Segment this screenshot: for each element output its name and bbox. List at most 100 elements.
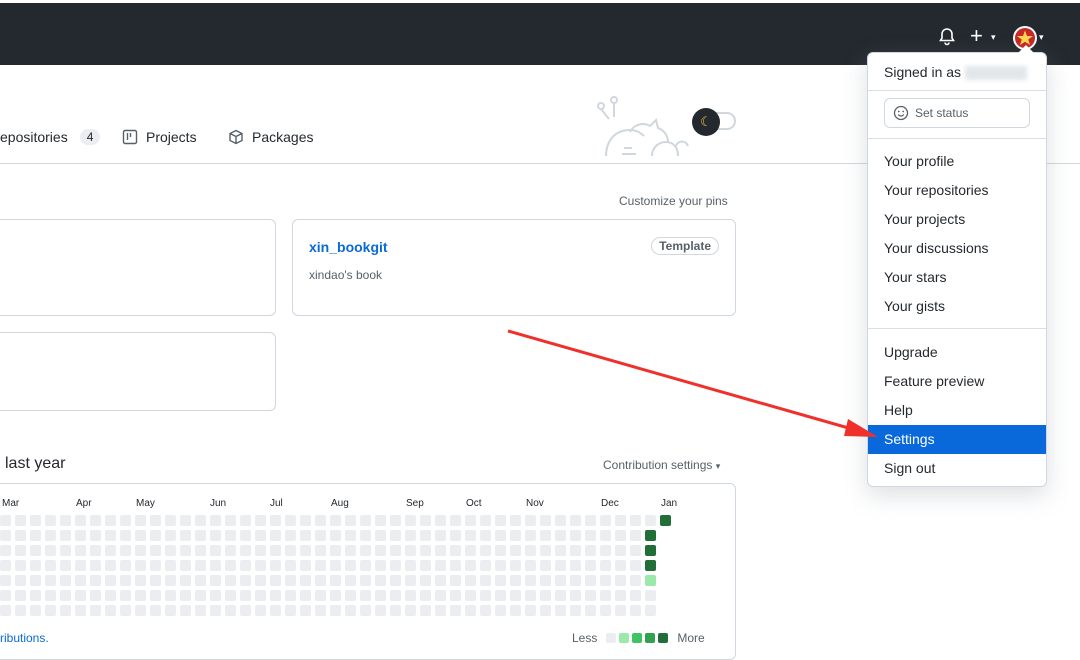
contribution-day[interactable]: [285, 530, 296, 541]
contribution-day[interactable]: [540, 530, 551, 541]
contribution-day[interactable]: [435, 545, 446, 556]
contribution-day[interactable]: [285, 575, 296, 586]
contribution-day[interactable]: [495, 530, 506, 541]
contribution-day[interactable]: [75, 605, 86, 616]
contribution-day[interactable]: [510, 530, 521, 541]
contribution-day[interactable]: [495, 605, 506, 616]
theme-toggle[interactable]: ☾: [692, 108, 736, 136]
contribution-day[interactable]: [300, 605, 311, 616]
contribution-day[interactable]: [135, 590, 146, 601]
contribution-settings-button[interactable]: Contribution settings ▾: [603, 458, 720, 472]
contribution-day[interactable]: [150, 560, 161, 571]
contribution-day[interactable]: [315, 605, 326, 616]
contribution-day[interactable]: [330, 605, 341, 616]
contribution-day[interactable]: [255, 560, 266, 571]
contribution-day[interactable]: [315, 575, 326, 586]
contribution-day[interactable]: [150, 515, 161, 526]
menu-your-gists[interactable]: Your gists: [868, 292, 1046, 321]
contribution-day[interactable]: [525, 545, 536, 556]
contribution-day[interactable]: [360, 515, 371, 526]
repo-name-link[interactable]: xin_bookgit: [309, 239, 388, 255]
contribution-day[interactable]: [420, 560, 431, 571]
contribution-day[interactable]: [270, 575, 281, 586]
contribution-day[interactable]: [15, 560, 26, 571]
contribution-day[interactable]: [615, 530, 626, 541]
contribution-day[interactable]: [0, 545, 11, 556]
contribution-day[interactable]: [390, 575, 401, 586]
contribution-day[interactable]: [195, 545, 206, 556]
contribution-day[interactable]: [450, 515, 461, 526]
contribution-day[interactable]: [615, 515, 626, 526]
contribution-day[interactable]: [555, 545, 566, 556]
contribution-day[interactable]: [30, 515, 41, 526]
contribution-day[interactable]: [240, 560, 251, 571]
contribution-day[interactable]: [120, 530, 131, 541]
contribution-day[interactable]: [300, 575, 311, 586]
contribution-day[interactable]: [240, 575, 251, 586]
contribution-day[interactable]: [90, 515, 101, 526]
contribution-day[interactable]: [345, 560, 356, 571]
contribution-day[interactable]: [330, 560, 341, 571]
contribution-day[interactable]: [585, 530, 596, 541]
contribution-day[interactable]: [645, 575, 656, 586]
contribution-day[interactable]: [615, 590, 626, 601]
contribution-day[interactable]: [600, 590, 611, 601]
contribution-day[interactable]: [0, 605, 11, 616]
contribution-day[interactable]: [195, 575, 206, 586]
contribution-day[interactable]: [150, 545, 161, 556]
contribution-day[interactable]: [315, 515, 326, 526]
contribution-day[interactable]: [510, 545, 521, 556]
contribution-day[interactable]: [495, 590, 506, 601]
contribution-day[interactable]: [15, 575, 26, 586]
contribution-day[interactable]: [555, 575, 566, 586]
contribution-day[interactable]: [540, 575, 551, 586]
contribution-day[interactable]: [630, 590, 641, 601]
contribution-day[interactable]: [195, 605, 206, 616]
contribution-day[interactable]: [135, 530, 146, 541]
contribution-day[interactable]: [270, 515, 281, 526]
contribution-day[interactable]: [570, 575, 581, 586]
contribution-day[interactable]: [510, 560, 521, 571]
contribution-day[interactable]: [210, 530, 221, 541]
contribution-day[interactable]: [165, 530, 176, 541]
contribution-day[interactable]: [390, 530, 401, 541]
contribution-day[interactable]: [180, 590, 191, 601]
contribution-day[interactable]: [465, 530, 476, 541]
contribution-day[interactable]: [540, 545, 551, 556]
contribution-day[interactable]: [210, 590, 221, 601]
menu-sign-out[interactable]: Sign out: [868, 454, 1046, 483]
contribution-day[interactable]: [375, 575, 386, 586]
contribution-day[interactable]: [480, 515, 491, 526]
menu-settings[interactable]: Settings: [868, 425, 1046, 454]
contribution-day[interactable]: [420, 515, 431, 526]
contribution-day[interactable]: [630, 545, 641, 556]
pinned-card-left-bottom[interactable]: [0, 332, 276, 411]
contribution-day[interactable]: [360, 530, 371, 541]
contribution-day[interactable]: [90, 545, 101, 556]
contribution-day[interactable]: [315, 590, 326, 601]
contribution-day[interactable]: [405, 545, 416, 556]
contribution-day[interactable]: [225, 515, 236, 526]
contribution-day[interactable]: [615, 605, 626, 616]
contribution-day[interactable]: [345, 590, 356, 601]
contribution-day[interactable]: [645, 545, 656, 556]
contribution-day[interactable]: [600, 515, 611, 526]
contribution-day[interactable]: [180, 530, 191, 541]
contribution-day[interactable]: [255, 575, 266, 586]
contribution-day[interactable]: [270, 530, 281, 541]
contribution-day[interactable]: [450, 605, 461, 616]
set-status-button[interactable]: Set status: [884, 98, 1030, 128]
contribution-day[interactable]: [0, 515, 11, 526]
contribution-day[interactable]: [240, 515, 251, 526]
contribution-day[interactable]: [510, 605, 521, 616]
contribution-day[interactable]: [195, 530, 206, 541]
contribution-day[interactable]: [225, 560, 236, 571]
contribution-day[interactable]: [45, 545, 56, 556]
contribution-day[interactable]: [585, 560, 596, 571]
contribution-day[interactable]: [450, 560, 461, 571]
contribution-day[interactable]: [570, 545, 581, 556]
contribution-day[interactable]: [15, 545, 26, 556]
contribution-day[interactable]: [435, 590, 446, 601]
contribution-day[interactable]: [360, 590, 371, 601]
contribution-day[interactable]: [480, 590, 491, 601]
